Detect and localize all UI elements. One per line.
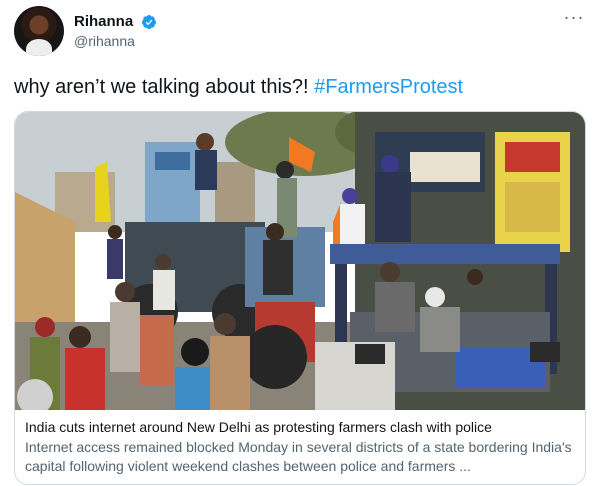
verified-badge-icon xyxy=(141,14,156,29)
avatar[interactable] xyxy=(14,6,64,56)
author-block[interactable]: Rihanna @rihanna xyxy=(74,12,157,50)
more-options-icon[interactable]: ··· xyxy=(562,8,586,34)
user-handle[interactable]: @rihanna xyxy=(74,32,157,50)
display-name[interactable]: Rihanna xyxy=(74,12,133,31)
tweet-body: why aren’t we talking about this?! xyxy=(14,76,315,98)
link-card[interactable]: India cuts internet around New Delhi as … xyxy=(14,111,586,485)
tweet: Rihanna @rihanna ··· why aren’t we talki… xyxy=(0,0,600,486)
card-text: India cuts internet around New Delhi as … xyxy=(25,418,575,476)
tweet-text: why aren’t we talking about this?! #Farm… xyxy=(14,74,463,100)
card-image xyxy=(15,112,585,410)
hashtag-link[interactable]: #FarmersProtest xyxy=(314,76,463,98)
card-title[interactable]: India cuts internet around New Delhi as … xyxy=(25,418,575,437)
tweet-header: Rihanna @rihanna ··· xyxy=(14,6,586,56)
card-description: Internet access remained blocked Monday … xyxy=(25,439,572,474)
